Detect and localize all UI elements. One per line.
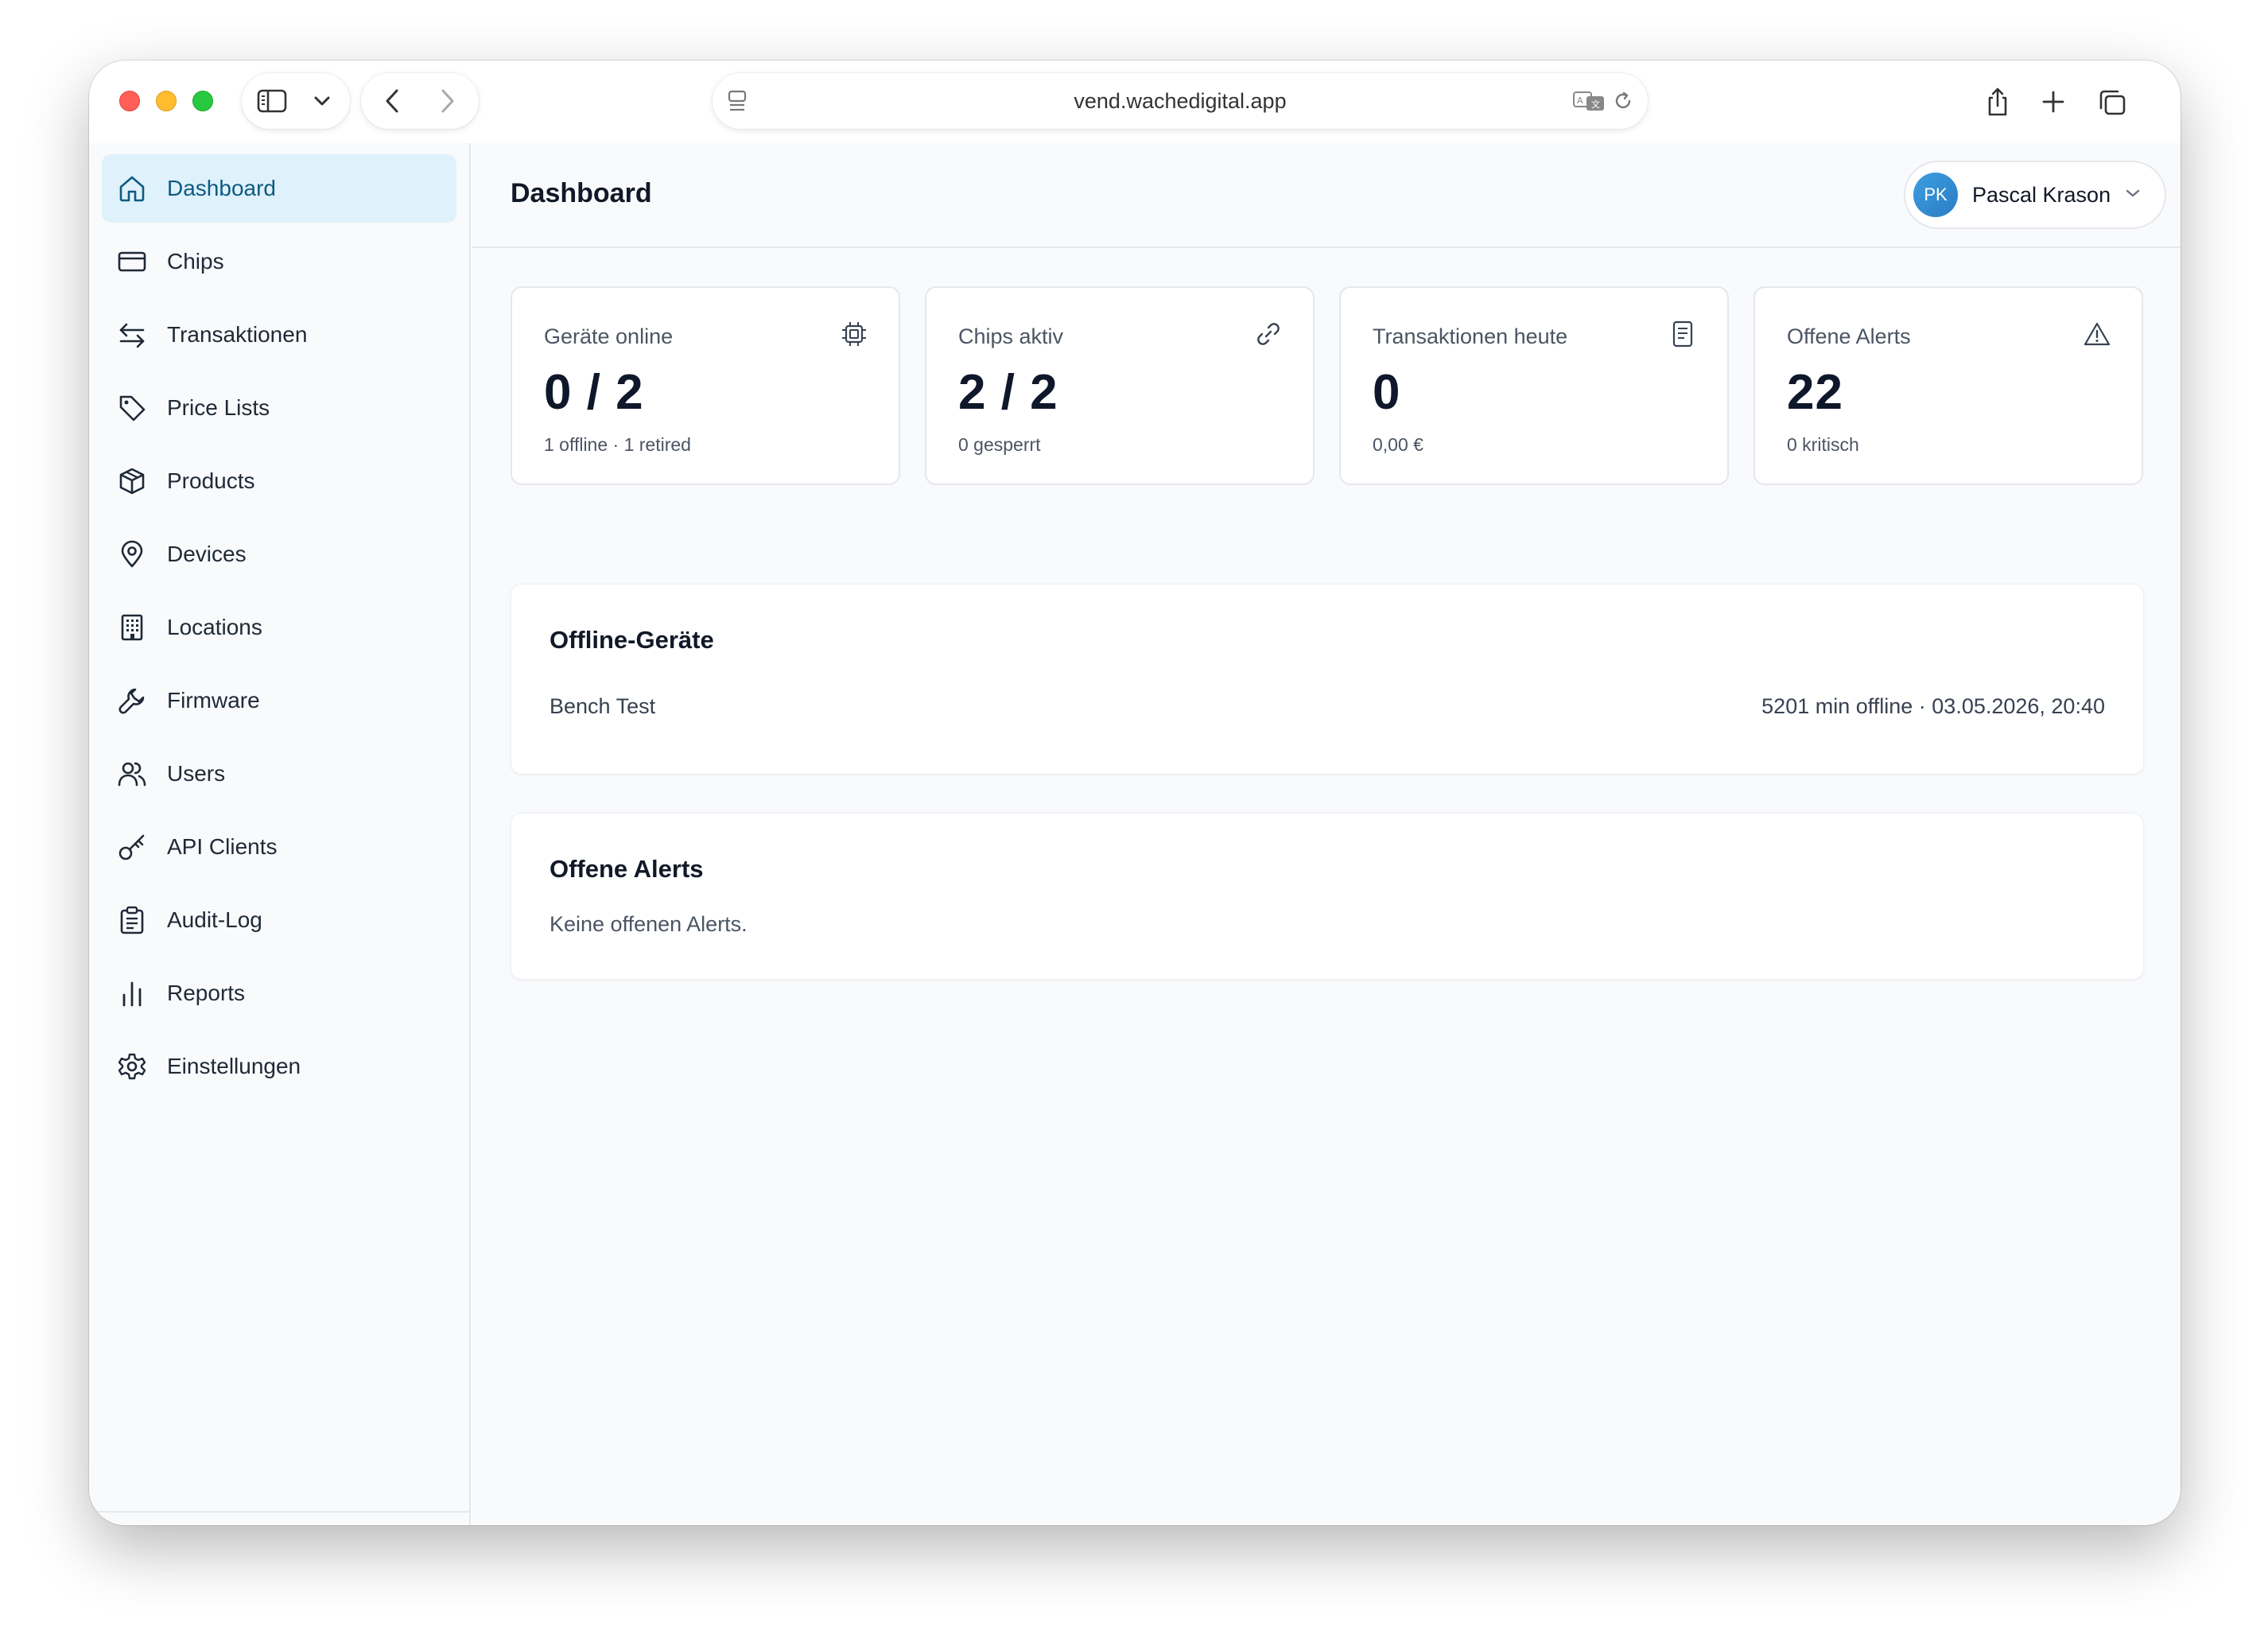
sidebar-item-label: Audit-Log [167,907,262,932]
stat-card-transactions-today: Transaktionen heute 0 0,00 € [1339,286,1729,485]
stat-value: 0 / 2 [544,365,644,420]
url-text: vend.wachedigital.app [1074,88,1287,113]
map-pin-icon [116,538,148,570]
sidebar-item-label: Transaktionen [167,322,308,347]
bar-chart-icon [116,977,148,1009]
wrench-icon [116,685,148,717]
stat-value: 0 [1373,365,1401,420]
sidebar-item-label: Dashboard [167,176,276,200]
sidebar-toggle-icon[interactable] [256,87,288,115]
minimize-window-button[interactable] [156,91,177,111]
sidebar-item-audit-log[interactable]: Audit-Log [102,886,456,954]
sidebar-item-label: Firmware [167,688,260,713]
empty-state-text: Keine offenen Alerts. [550,912,748,936]
chevron-down-icon[interactable] [310,91,334,111]
sidebar-toggle-group [242,73,350,129]
stat-label: Transaktionen heute [1373,324,1568,348]
sidebar-item-reports[interactable]: Reports [102,959,456,1027]
stat-subtext: 1 offline · 1 retired [544,434,691,455]
stat-subtext: 0 kritisch [1787,434,1859,455]
sidebar-item-label: Reports [167,981,246,1005]
gear-icon [116,1051,148,1082]
clipboard-icon [116,904,148,936]
stat-subtext: 0,00 € [1373,434,1423,455]
chevron-down-icon [2125,188,2141,202]
device-name[interactable]: Bench Test [550,694,655,719]
card-title: Offene Alerts [550,855,704,883]
sidebar-item-label: Chips [167,249,224,274]
page-title: Dashboard [511,178,652,208]
tab-overview-icon[interactable] [2096,87,2128,118]
translate-icon[interactable]: A文 [1571,89,1606,113]
building-icon [116,612,148,643]
avatar: PK [1913,173,1958,217]
forward-icon[interactable] [434,87,461,115]
card-icon [116,246,148,278]
sidebar-item-locations[interactable]: Locations [102,593,456,662]
stat-value: 22 [1787,365,1843,420]
sidebar-item-label: Devices [167,542,247,566]
stat-value: 2 / 2 [958,365,1058,420]
sidebar-item-label: Products [167,468,255,493]
sidebar: Dashboard Chips Transaktionen Price List… [89,143,471,1525]
receipt-icon [1667,318,1699,350]
sidebar-item-devices[interactable]: Devices [102,520,456,588]
stat-label: Chips aktiv [958,324,1064,348]
sidebar-item-label: Price Lists [167,395,270,420]
home-icon [116,173,148,204]
svg-text:文: 文 [1591,99,1600,110]
stat-label: Offene Alerts [1787,324,1911,348]
box-icon [116,465,148,497]
sidebar-item-transaktionen[interactable]: Transaktionen [102,301,456,369]
card-title: Offline-Geräte [550,626,714,654]
share-icon[interactable] [1982,86,2014,118]
chip-icon [838,318,870,350]
sidebar-item-label: API Clients [167,834,278,859]
offline-devices-card: Offline-Geräte Bench Test 5201 min offli… [511,584,2144,775]
sidebar-item-products[interactable]: Products [102,447,456,515]
sidebar-item-api-clients[interactable]: API Clients [102,813,456,881]
sidebar-item-label: Locations [167,615,262,639]
warning-icon [2081,318,2113,350]
user-menu-button[interactable]: PK Pascal Krason [1904,161,2166,229]
page-header: Dashboard PK Pascal Krason [472,143,2181,248]
open-alerts-card: Offene Alerts Keine offenen Alerts. [511,813,2144,980]
stat-card-open-alerts: Offene Alerts 22 0 kritisch [1753,286,2143,485]
sidebar-item-label: Einstellungen [167,1054,301,1078]
sidebar-divider [89,1511,469,1513]
zoom-window-button[interactable] [192,91,213,111]
arrows-swap-icon [116,319,148,351]
page-menu-icon[interactable] [725,89,749,113]
address-bar[interactable]: vend.wachedigital.app A文 [713,73,1648,129]
new-tab-icon[interactable] [2039,87,2068,116]
sidebar-item-firmware[interactable]: Firmware [102,666,456,735]
toolbar-actions [1982,73,2153,129]
sidebar-item-users[interactable]: Users [102,740,456,808]
stat-label: Geräte online [544,324,674,348]
close-window-button[interactable] [119,91,140,111]
user-name: Pascal Krason [1972,182,2111,207]
sidebar-item-einstellungen[interactable]: Einstellungen [102,1032,456,1101]
sidebar-item-label: Users [167,761,226,786]
main-content: Dashboard PK Pascal Krason Geräte online… [472,143,2181,1525]
sidebar-item-price-lists[interactable]: Price Lists [102,374,456,442]
link-icon [1252,318,1284,350]
key-icon [116,831,148,863]
stat-card-chips-active: Chips aktiv 2 / 2 0 gesperrt [925,286,1315,485]
users-icon [116,758,148,790]
browser-window: vend.wachedigital.app A文 Dashboard Chips… [89,60,2181,1525]
back-icon[interactable] [379,87,406,115]
sidebar-item-chips[interactable]: Chips [102,227,456,296]
browser-toolbar: vend.wachedigital.app A文 [89,60,2181,143]
svg-text:A: A [1577,95,1583,106]
stat-card-devices-online: Geräte online 0 / 2 1 offline · 1 retire… [511,286,900,485]
sidebar-item-dashboard[interactable]: Dashboard [102,154,456,223]
device-offline-status: 5201 min offline · 03.05.2026, 20:40 [1761,694,2105,718]
reload-icon[interactable] [1611,89,1635,113]
stat-subtext: 0 gesperrt [958,434,1041,455]
tag-icon [116,392,148,424]
history-nav-group [361,73,479,129]
